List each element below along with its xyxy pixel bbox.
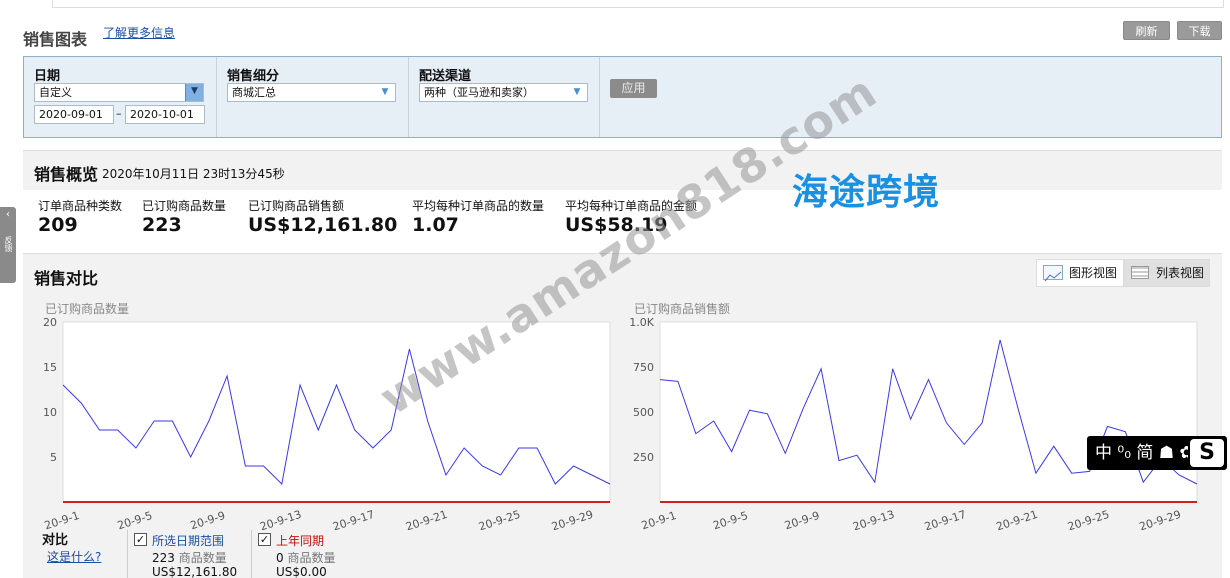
y-tick-label: 20 [43,316,57,329]
apply-button[interactable]: 应用 [610,79,657,98]
line-chart-icon [1043,265,1063,282]
current-range-checkbox[interactable]: ✓ [134,533,147,546]
x-tick-label: 20-9-21 [404,508,449,530]
x-tick-label: 20-9-13 [851,508,896,530]
x-tick-label: 20-9-17 [331,508,376,530]
refresh-button[interactable]: 刷新 [1123,21,1170,40]
y-tick-label: 1.0K [629,316,654,329]
metric-value: 209 [38,214,78,236]
y-tick-label: 500 [633,406,654,419]
metric-label: 平均每种订单商品的数量 [412,199,545,213]
y-tick-label: 250 [633,451,654,464]
ime-toolbar-text: 中 ⁰₀ 简 ☗ ✿ [1095,443,1194,463]
last-year-qty: 0 商品数量 [276,549,335,566]
chevron-left-icon: ‹ [6,209,10,220]
last-year-qty-label: 商品数量 [287,551,336,565]
last-year-amount: US$0.00 [276,565,327,578]
date-range-value: 自定义 [39,86,72,99]
x-tick-label: 20-9-1 [43,509,81,530]
side-tab-label: 反馈 [4,236,13,252]
x-tick-label: 20-9-13 [258,508,303,530]
download-button[interactable]: 下载 [1177,21,1222,40]
brand-watermark: 海途跨境 [792,172,941,213]
last-year-qty-number: 0 [276,551,284,565]
page-title: 销售图表 [23,30,88,49]
chevron-down-icon: ▼ [185,84,203,101]
date-separator: – [116,107,122,120]
list-view-label: 列表视图 [1156,266,1205,280]
chevron-down-icon: ▼ [573,87,581,97]
ime-logo-icon: S [1188,437,1226,469]
current-qty-number: 223 [152,551,175,565]
y-tick-label: 15 [43,361,57,374]
overview-title: 销售概览 [34,165,99,184]
metric-label: 订单商品种类数 [38,199,123,213]
plot-area [659,321,1198,503]
legend-last-year: ✓ 上年同期 0 商品数量 US$0.00 [252,530,372,578]
units-ordered-chart: 20 15 10 5 20-9-1 20-9-5 20-9-9 20-9-13 20-9-17 2… [43,316,611,530]
x-tick-label: 20-9-21 [994,508,1039,530]
channel-select[interactable]: 两种（亚马逊和卖家） ▼ [419,83,588,102]
date-to-input[interactable]: 2020-10-01 [125,105,205,124]
overview-timestamp: 2020年10月11日 23时13分45秒 [102,167,285,181]
sales-amount-chart: 1.0K 750 500 250 20-9-1 20-9-5 20-9-9 20-9-13 20… [629,316,1198,530]
breakdown-label: 销售细分 [227,69,280,84]
top-search-bar [52,0,1224,8]
current-qty: 223 商品数量 [152,549,227,566]
metric-label: 已订购商品销售额 [248,199,345,213]
date-filter: 日期 自定义 ▼ 2020-09-01 – 2020-10-01 [24,57,217,137]
x-tick-label: 20-9-5 [116,509,154,530]
last-year-label: 上年同期 [276,534,325,548]
legend-divider [23,530,128,578]
chevron-down-icon: ▼ [381,87,389,97]
y-tick-label: 5 [50,451,57,464]
legend-current: ✓ 所选日期范围 223 商品数量 US$12,161.80 [128,530,252,578]
x-tick-label: 20-9-25 [477,508,522,530]
channel-filter: 配送渠道 两种（亚马逊和卖家） ▼ [409,57,600,137]
breakdown-value: 商城汇总 [232,86,276,99]
date-from-input[interactable]: 2020-09-01 [34,105,114,124]
metric-value: 1.07 [412,214,459,236]
graph-view-label: 图形视图 [1069,266,1118,280]
breakdown-filter: 销售细分 商城汇总 ▼ [217,57,409,137]
channel-label: 配送渠道 [419,69,472,84]
date-label: 日期 [34,69,61,84]
more-info-link[interactable]: 了解更多信息 [103,24,175,41]
metric-value: US$12,161.80 [248,214,398,236]
current-qty-label: 商品数量 [178,551,227,565]
table-icon [1131,266,1149,279]
x-tick-label: 20-9-5 [711,509,749,530]
x-tick-label: 20-9-9 [189,509,227,530]
y-tick-label: 750 [633,361,654,374]
metric-value: 223 [142,214,182,236]
metric-label: 已订购商品数量 [142,199,227,213]
last-year-checkbox[interactable]: ✓ [258,533,271,546]
x-tick-label: 20-9-29 [1138,508,1183,530]
x-tick-label: 20-9-1 [640,509,678,530]
plot-area [62,321,611,503]
list-view-button[interactable]: 列表视图 [1124,259,1210,287]
graph-view-button[interactable]: 图形视图 [1036,259,1124,287]
x-tick-label: 20-9-9 [783,509,821,530]
x-tick-label: 20-9-29 [550,508,595,530]
date-range-select[interactable]: 自定义 ▼ [34,83,204,102]
side-feedback-tab[interactable]: ‹ 反馈 [0,207,16,283]
channel-value: 两种（亚马逊和卖家） [424,86,534,99]
x-tick-label: 20-9-17 [923,508,968,530]
breakdown-select[interactable]: 商城汇总 ▼ [227,83,396,102]
current-amount: US$12,161.80 [152,565,238,578]
current-range-label: 所选日期范围 [152,534,225,548]
y-tick-label: 10 [43,406,57,419]
x-tick-label: 20-9-25 [1066,508,1111,530]
compare-title: 销售对比 [34,269,99,288]
